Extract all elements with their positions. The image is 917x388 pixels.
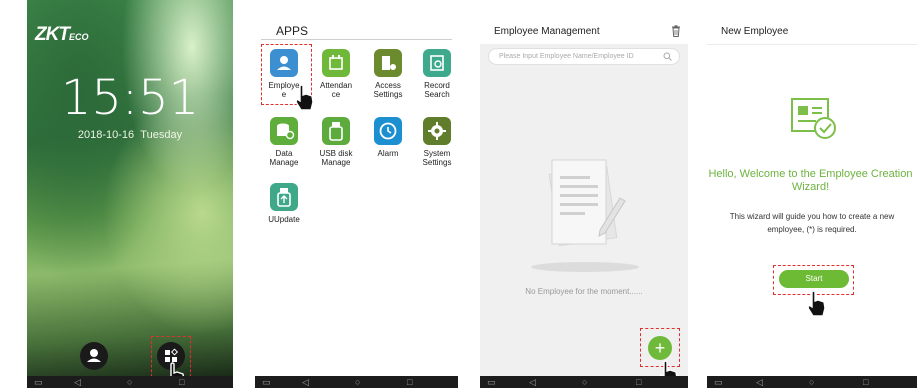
new-employee-panel: New Employee Hello, Welcome to the Emplo… [707,0,917,388]
home-icon[interactable]: ○ [127,378,132,387]
pointer-hand-icon [807,290,826,317]
recent-apps-icon[interactable]: □ [636,378,641,387]
nav-bar: ▭ ◁ ○ □ [480,376,688,388]
logo-main-text: ZKT [35,24,70,45]
back-icon[interactable]: ◁ [74,378,81,387]
nav-bar: ▭ ◁ ○ □ [255,376,458,388]
employee-card-check-icon [791,98,836,139]
home-icon[interactable]: ○ [355,378,360,387]
app-data-manage[interactable]: Data Manage [259,117,309,167]
app-uupdate[interactable]: UUpdate [259,183,309,224]
recent-apps-icon[interactable]: □ [863,378,868,387]
user-icon [87,349,101,362]
recent-apps-icon[interactable]: □ [407,378,412,387]
attendance-icon [322,49,350,77]
search-icon[interactable] [663,52,672,61]
screenshot-icon[interactable]: ▭ [714,378,723,387]
trash-icon[interactable] [671,25,681,37]
app-label: USB disk Manage [319,149,353,167]
back-icon[interactable]: ◁ [529,378,536,387]
weekday-text: Tuesday [140,129,183,141]
app-attendance[interactable]: Attendan ce [311,49,361,99]
uupdate-icon [270,183,298,211]
home-icon[interactable]: ○ [809,378,814,387]
empty-documents-icon [531,159,639,272]
clock-date: 2018-10-16 Tuesday [27,129,233,141]
new-employee-header: New Employee [707,0,917,45]
usb-disk-icon [322,117,350,145]
employee-management-header: Employee Management Please Input Employe… [480,0,688,65]
app-label: UUpdate [268,215,300,224]
nav-bar: ▭ ◁ ○ □ [27,376,233,388]
screenshot-icon[interactable]: ▭ [34,378,43,387]
nav-bar: ▭ ◁ ○ □ [707,376,917,388]
date-text: 2018-10-16 [77,129,135,141]
app-access-settings[interactable]: Access Settings [363,49,413,99]
recent-apps-icon[interactable]: □ [179,378,184,387]
data-manage-icon [270,117,298,145]
header-divider [261,39,452,40]
user-button[interactable] [80,342,108,370]
screenshot-icon[interactable]: ▭ [487,378,496,387]
pointer-hand-icon [295,84,314,111]
logo-sub-text: ECO [68,32,89,42]
app-alarm[interactable]: Alarm [363,117,413,158]
page-title: New Employee [721,26,789,37]
access-settings-icon [374,49,402,77]
page-title: Employee Management [494,26,600,37]
app-label: Attendan ce [319,81,353,99]
apps-header: APPS [255,0,458,40]
apps-panel: APPS Employe e Attendan ce Access Settings… [255,0,458,388]
search-placeholder: Please Input Employee Name/Employee ID [499,53,634,60]
back-icon[interactable]: ◁ [302,378,309,387]
screenshot-icon[interactable]: ▭ [262,378,271,387]
system-settings-icon [423,117,451,145]
record-search-icon [423,49,451,77]
search-input[interactable]: Please Input Employee Name/Employee ID [488,48,680,65]
wizard-guide-text: This wizard will guide you how to create… [729,212,895,234]
app-record-search[interactable]: Record Search [412,49,458,99]
alarm-icon [374,117,402,145]
app-system-settings[interactable]: System Settings [412,117,458,167]
apps-title: APPS [276,24,309,38]
app-label: Data Manage [269,149,299,167]
clock-time: 15:51 [60,70,200,126]
back-icon[interactable]: ◁ [756,378,763,387]
lock-screen-panel: ZKTECO 15:51 2018-10-16 Tuesday ▭ ◁ ○ □ [27,0,233,388]
app-label: Record Search [424,81,450,99]
app-usb-disk[interactable]: USB disk Manage [311,117,361,167]
employee-management-panel: Employee Management Please Input Employe… [480,0,688,388]
home-icon[interactable]: ○ [582,378,587,387]
app-label: Alarm [377,149,399,158]
zkteco-logo: ZKTECO [35,24,88,46]
empty-state-text: No Employee for the moment...... [525,287,643,296]
welcome-heading: Hello, Welcome to the Employee Creation … [708,168,913,193]
app-label: Access Settings [373,81,403,99]
app-label: System Settings [422,149,452,167]
